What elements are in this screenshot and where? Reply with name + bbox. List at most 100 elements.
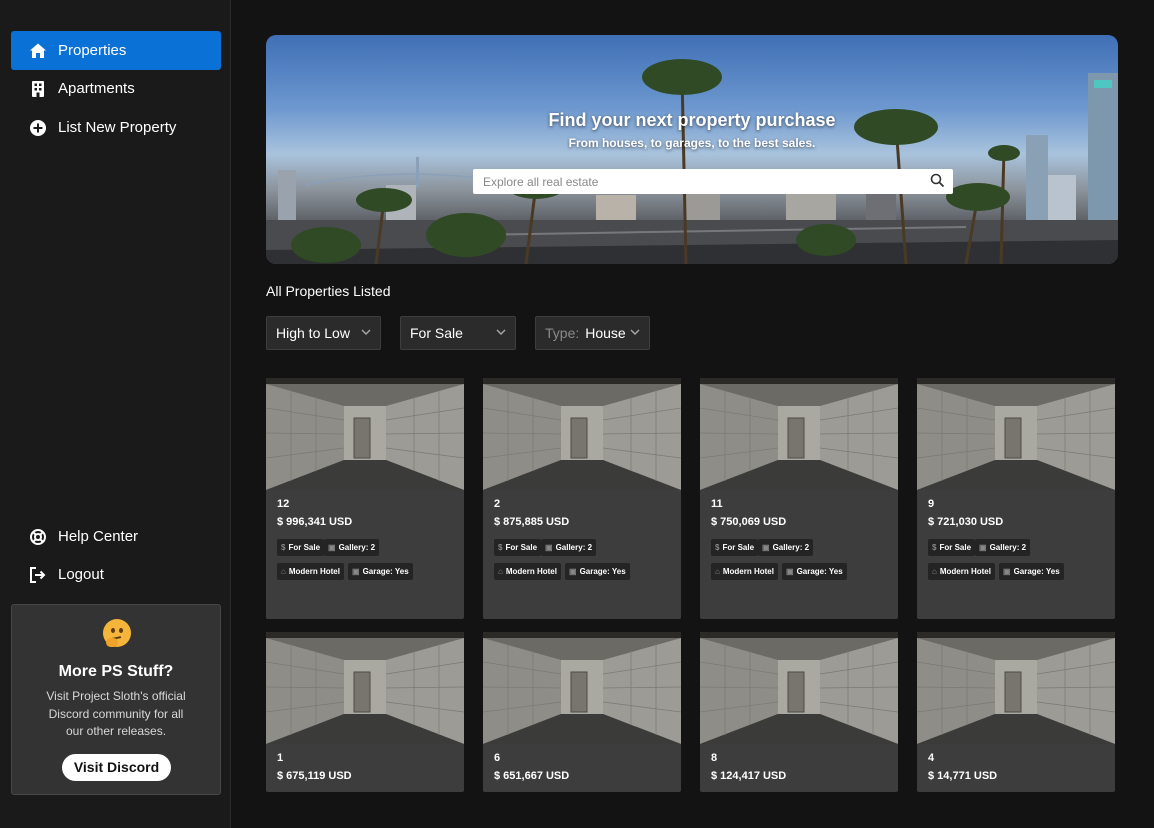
sidebar-item-apartments[interactable]: Apartments <box>11 69 221 108</box>
category-tag-label: Modern Hotel <box>288 567 340 576</box>
property-price: $ 875,885 USD <box>494 516 570 528</box>
type-select-value: House <box>585 325 626 341</box>
sidebar-item-list-new-property[interactable]: List New Property <box>11 108 221 147</box>
chevron-down-icon <box>361 329 371 335</box>
dollar-icon: $ <box>932 543 937 552</box>
search-bar <box>473 169 953 194</box>
sidebar-item-label: Properties <box>58 42 127 59</box>
property-id: 8 <box>711 752 718 764</box>
status-tag-label: For Sale <box>288 543 321 552</box>
garage-tag: ▣ Garage: Yes <box>782 563 847 580</box>
room-image <box>700 378 898 490</box>
image-icon: ▣ <box>762 543 770 552</box>
garage-tag-label: Garage: Yes <box>579 567 626 576</box>
sort-select[interactable]: High to Low <box>266 316 381 350</box>
chevron-down-icon <box>630 329 640 335</box>
sidebar-item-properties[interactable]: Properties <box>11 31 221 70</box>
dollar-icon: $ <box>498 543 503 552</box>
thinking-face-icon <box>103 619 131 647</box>
image-icon: ▣ <box>328 543 336 552</box>
gallery-tag-label: Gallery: 2 <box>338 543 376 552</box>
category-tag: ⌂ Modern Hotel <box>494 563 561 580</box>
sidebar-item-label: Logout <box>58 566 104 583</box>
property-card[interactable]: 9 $ 721,030 USD $ For Sale ▣ Gallery: 2 ⌂ Moder… <box>917 378 1115 619</box>
property-card[interactable]: 12 $ 996,341 USD $ For Sale ▣ Gallery: 2 ⌂ Mode… <box>266 378 464 619</box>
home-icon <box>29 42 47 60</box>
gallery-tag-label: Gallery: 2 <box>989 543 1027 552</box>
status-tag: $ For Sale <box>711 539 759 556</box>
sidebar-item-label: Apartments <box>58 80 135 97</box>
section-title: All Properties Listed <box>266 283 391 299</box>
category-tag-label: Modern Hotel <box>722 567 774 576</box>
room-image <box>917 632 1115 744</box>
garage-tag-label: Garage: Yes <box>362 567 409 576</box>
status-tag-label: For Sale <box>505 543 538 552</box>
property-card[interactable]: 1 $ 675,119 USD <box>266 632 464 792</box>
type-select-prefix: Type: <box>545 325 580 341</box>
promo-title: More PS Stuff? <box>58 663 174 680</box>
room-image <box>483 378 681 490</box>
sidebar-item-label: List New Property <box>58 119 177 136</box>
property-image <box>483 378 681 490</box>
status-tag: $ For Sale <box>928 539 976 556</box>
property-card[interactable]: 4 $ 14,771 USD <box>917 632 1115 792</box>
garage-tag: ▣ Garage: Yes <box>999 563 1064 580</box>
type-select[interactable]: Type: House <box>535 316 650 350</box>
property-card[interactable]: 8 $ 124,417 USD <box>700 632 898 792</box>
gallery-tag: ▣ Gallery: 2 <box>324 539 380 556</box>
property-image <box>483 632 681 744</box>
property-image <box>700 632 898 744</box>
property-price: $ 996,341 USD <box>277 516 353 528</box>
property-id: 6 <box>494 752 501 764</box>
property-id: 2 <box>494 498 501 510</box>
search-input[interactable] <box>473 169 913 194</box>
search-icon[interactable] <box>930 173 945 188</box>
logout-icon <box>29 566 47 584</box>
status-select[interactable]: For Sale <box>400 316 516 350</box>
hero-subtitle: From houses, to garages, to the best sal… <box>568 136 816 150</box>
sort-select-value: High to Low <box>276 325 350 341</box>
dollar-icon: $ <box>281 543 286 552</box>
sidebar: Properties Apartments List New Property … <box>0 0 231 828</box>
lifebuoy-icon <box>29 528 47 546</box>
home-icon: ⌂ <box>281 567 286 576</box>
status-tag: $ For Sale <box>494 539 542 556</box>
discord-promo-card: More PS Stuff? Visit Project Sloth's off… <box>11 604 221 795</box>
property-image <box>266 378 464 490</box>
gallery-tag-label: Gallery: 2 <box>555 543 593 552</box>
property-id: 1 <box>277 752 284 764</box>
gallery-tag: ▣ Gallery: 2 <box>758 539 814 556</box>
plus-circle-icon <box>29 119 47 137</box>
building-icon <box>29 80 47 98</box>
room-image <box>483 632 681 744</box>
sidebar-item-logout[interactable]: Logout <box>11 555 221 594</box>
property-card[interactable]: 2 $ 875,885 USD $ For Sale ▣ Gallery: 2 ⌂ Moder… <box>483 378 681 619</box>
status-tag-label: For Sale <box>939 543 972 552</box>
status-tag-label: For Sale <box>722 543 755 552</box>
property-card[interactable]: 11 $ 750,069 USD $ For Sale ▣ Gallery: 2 ⌂ Mode… <box>700 378 898 619</box>
property-price: $ 675,119 USD <box>277 770 352 782</box>
property-image <box>917 378 1115 490</box>
property-id: 9 <box>928 498 935 510</box>
room-image <box>266 378 464 490</box>
property-price: $ 750,069 USD <box>711 516 787 528</box>
property-id: 12 <box>277 498 290 510</box>
status-select-value: For Sale <box>410 325 463 341</box>
category-tag-label: Modern Hotel <box>505 567 557 576</box>
visit-discord-button[interactable]: Visit Discord <box>62 754 171 781</box>
property-image <box>917 632 1115 744</box>
room-image <box>266 632 464 744</box>
category-tag: ⌂ Modern Hotel <box>928 563 995 580</box>
sidebar-item-help-center[interactable]: Help Center <box>11 517 221 556</box>
category-tag: ⌂ Modern Hotel <box>711 563 778 580</box>
gallery-tag-label: Gallery: 2 <box>772 543 810 552</box>
category-tag-label: Modern Hotel <box>939 567 991 576</box>
sidebar-item-label: Help Center <box>58 528 139 545</box>
property-card[interactable]: 6 $ 651,667 USD <box>483 632 681 792</box>
category-tag: ⌂ Modern Hotel <box>277 563 344 580</box>
home-icon: ⌂ <box>498 567 503 576</box>
hero-title: Find your next property purchase <box>548 110 836 130</box>
property-price: $ 651,667 USD <box>494 770 570 782</box>
gallery-tag: ▣ Gallery: 2 <box>541 539 597 556</box>
home-icon: ⌂ <box>932 567 937 576</box>
